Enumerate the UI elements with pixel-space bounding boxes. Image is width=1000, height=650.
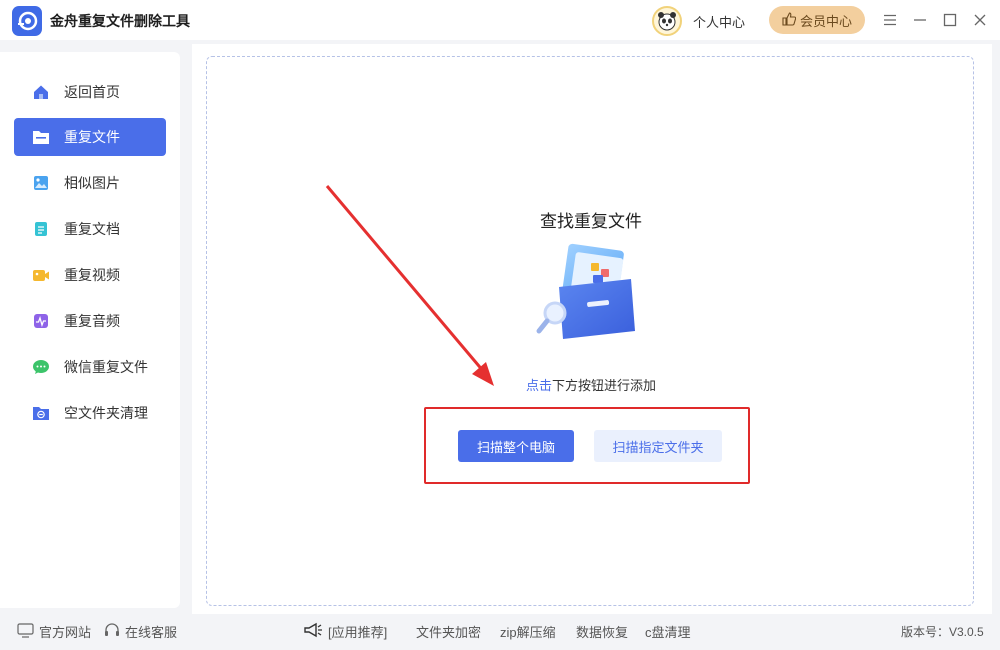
- footer-link-c-drive-clean[interactable]: c盘清理: [645, 622, 691, 641]
- hint-highlight: 点击: [525, 378, 552, 393]
- sidebar-item-duplicate-audio[interactable]: 重复音频: [14, 302, 166, 340]
- sidebar-item-label: 相似图片: [64, 175, 120, 191]
- thumbs-up-icon: [782, 11, 797, 29]
- folder-search-illustration: [535, 243, 647, 339]
- empty-folder-icon: [32, 404, 50, 422]
- official-site-label: 官方网站: [39, 625, 92, 640]
- minimize-icon[interactable]: [910, 10, 930, 30]
- footer-link-folder-encrypt[interactable]: 文件夹加密: [416, 622, 481, 641]
- image-icon: [32, 174, 50, 192]
- official-site-link[interactable]: 官方网站: [17, 622, 91, 641]
- sidebar-item-label: 空文件夹清理: [64, 405, 148, 421]
- sidebar-item-duplicate-documents[interactable]: 重复文档: [14, 210, 166, 248]
- wechat-icon: [32, 358, 50, 376]
- recommend-label: [应用推荐]: [328, 625, 388, 640]
- sidebar-item-duplicate-videos[interactable]: 重复视频: [14, 256, 166, 294]
- footer-link-zip[interactable]: zip解压缩: [500, 622, 556, 641]
- app-logo: [12, 6, 42, 36]
- vip-center-button[interactable]: 会员中心: [769, 6, 865, 34]
- scan-entire-computer-button[interactable]: 扫描整个电脑: [458, 430, 574, 462]
- title-bar: 金舟重复文件删除工具 个人中心 会员中心: [0, 0, 1000, 40]
- sidebar-item-label: 重复文件: [64, 129, 120, 145]
- online-service-link[interactable]: 在线客服: [104, 622, 177, 641]
- sidebar-item-label: 重复音频: [64, 313, 120, 329]
- sidebar-item-label: 返回首页: [64, 84, 120, 100]
- sidebar-item-empty-folders[interactable]: 空文件夹清理: [14, 394, 166, 432]
- user-center-link[interactable]: 个人中心: [693, 12, 745, 31]
- sidebar: 返回首页 重复文件 相似图片 重复文档 重复视频 重复音频 微信重复文件 空文件…: [0, 52, 180, 608]
- home-icon: [32, 83, 50, 101]
- close-icon[interactable]: [970, 10, 990, 30]
- version-label: 版本号：V3.0.5: [901, 625, 984, 639]
- megaphone-icon: [303, 622, 323, 641]
- vip-center-label: 会员中心: [799, 13, 852, 29]
- monitor-icon: [17, 622, 34, 641]
- sidebar-item-label: 重复视频: [64, 267, 120, 283]
- video-icon: [32, 266, 50, 284]
- scan-specific-folder-button[interactable]: 扫描指定文件夹: [594, 430, 722, 462]
- app-recommend: [应用推荐]: [303, 622, 387, 641]
- sidebar-item-duplicate-files[interactable]: 重复文件: [14, 118, 166, 156]
- sidebar-item-label: 微信重复文件: [64, 359, 148, 375]
- footer-bar: 官方网站 在线客服 [应用推荐] 文件夹加密 zip解压缩 数据恢复 c盘清理 …: [0, 612, 1000, 650]
- sidebar-item-wechat-duplicates[interactable]: 微信重复文件: [14, 348, 166, 386]
- hint-rest: 下方按钮进行添加: [552, 378, 657, 393]
- headset-icon: [104, 622, 120, 641]
- audio-icon: [32, 312, 50, 330]
- maximize-icon[interactable]: [940, 10, 960, 30]
- footer-link-data-recovery[interactable]: 数据恢复: [576, 622, 628, 641]
- folder-icon: [32, 128, 50, 146]
- document-icon: [32, 220, 50, 238]
- menu-icon[interactable]: [880, 10, 900, 30]
- sidebar-item-home[interactable]: 返回首页: [14, 73, 166, 111]
- sidebar-item-similar-images[interactable]: 相似图片: [14, 164, 166, 202]
- add-hint-text: 点击下方按钮进行添加: [207, 375, 975, 394]
- online-service-label: 在线客服: [125, 625, 178, 640]
- app-title: 金舟重复文件删除工具: [50, 13, 190, 29]
- page-title: 查找重复文件: [540, 212, 642, 231]
- drop-zone[interactable]: 查找重复文件 点击下方按钮进行添加 扫描整个电脑 扫描指定文件夹: [206, 56, 974, 606]
- sidebar-item-label: 重复文档: [64, 221, 120, 237]
- avatar[interactable]: [652, 6, 682, 36]
- main-panel: 查找重复文件 点击下方按钮进行添加 扫描整个电脑 扫描指定文件夹: [192, 44, 992, 614]
